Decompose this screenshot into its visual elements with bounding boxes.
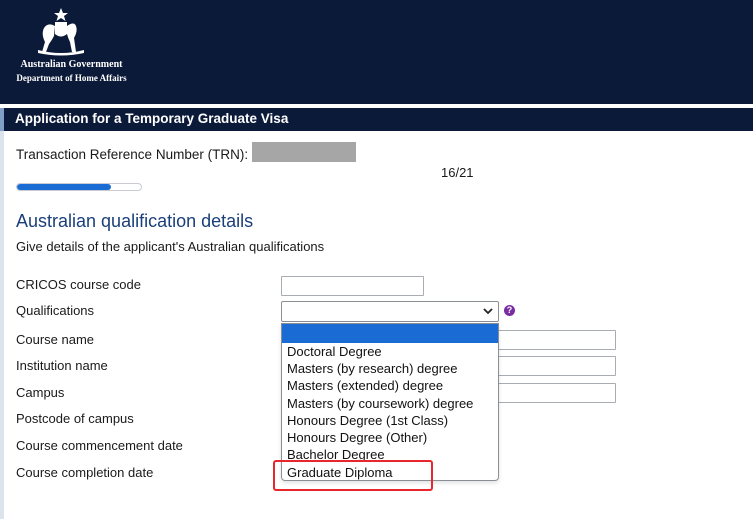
trn-label: Transaction Reference Number (TRN): [16, 147, 249, 162]
institution-name-label: Institution name [16, 358, 108, 373]
progress-fill [17, 184, 112, 190]
postcode-label: Postcode of campus [16, 411, 134, 426]
trn-redacted-value [252, 142, 356, 162]
annotation-highlight [273, 460, 433, 491]
campus-input[interactable] [497, 383, 616, 403]
section-title: Australian qualification details [16, 211, 254, 231]
qualification-option[interactable]: Honours Degree (1st Class) [282, 412, 498, 430]
coat-of-arms-icon [38, 8, 84, 56]
chevron-down-icon [483, 308, 493, 315]
qualification-option[interactable]: Doctoral Degree [282, 343, 498, 361]
campus-label: Campus [16, 385, 65, 400]
qualifications-dropdown-list: Doctoral Degree Masters (by research) de… [281, 323, 499, 481]
content-rail [0, 131, 4, 519]
commencement-date-label: Course commencement date [16, 438, 183, 453]
qualification-option[interactable]: Masters (by coursework) degree [282, 395, 498, 413]
help-icon[interactable]: ? [504, 305, 515, 316]
institution-name-input[interactable] [497, 356, 616, 376]
qualification-option[interactable]: Masters (extended) degree [282, 377, 498, 395]
course-name-input[interactable] [497, 330, 616, 350]
cricos-input[interactable] [281, 276, 424, 296]
qualification-option[interactable]: Honours Degree (Other) [282, 429, 498, 447]
qualification-option[interactable]: Masters (by research) degree [282, 360, 498, 378]
cricos-label: CRICOS course code [16, 277, 141, 292]
section-description: Give details of the applicant's Australi… [16, 239, 325, 254]
course-name-label: Course name [16, 332, 95, 347]
site-header: Australian Government Department of Home… [0, 0, 753, 104]
agency-name-line2: Department of Home Affairs [16, 73, 127, 83]
page-counter: 16/21 [441, 165, 474, 180]
qualifications-select[interactable] [281, 301, 499, 322]
page-title: Application for a Temporary Graduate Vis… [15, 111, 289, 126]
qualifications-label: Qualifications [16, 303, 95, 318]
agency-name-line1: Australian Government [20, 59, 123, 70]
application-title-bar: Application for a Temporary Graduate Vis… [0, 108, 753, 131]
progress-bar [16, 183, 142, 191]
qualification-option-blank[interactable] [282, 324, 498, 343]
completion-date-label: Course completion date [16, 465, 154, 480]
